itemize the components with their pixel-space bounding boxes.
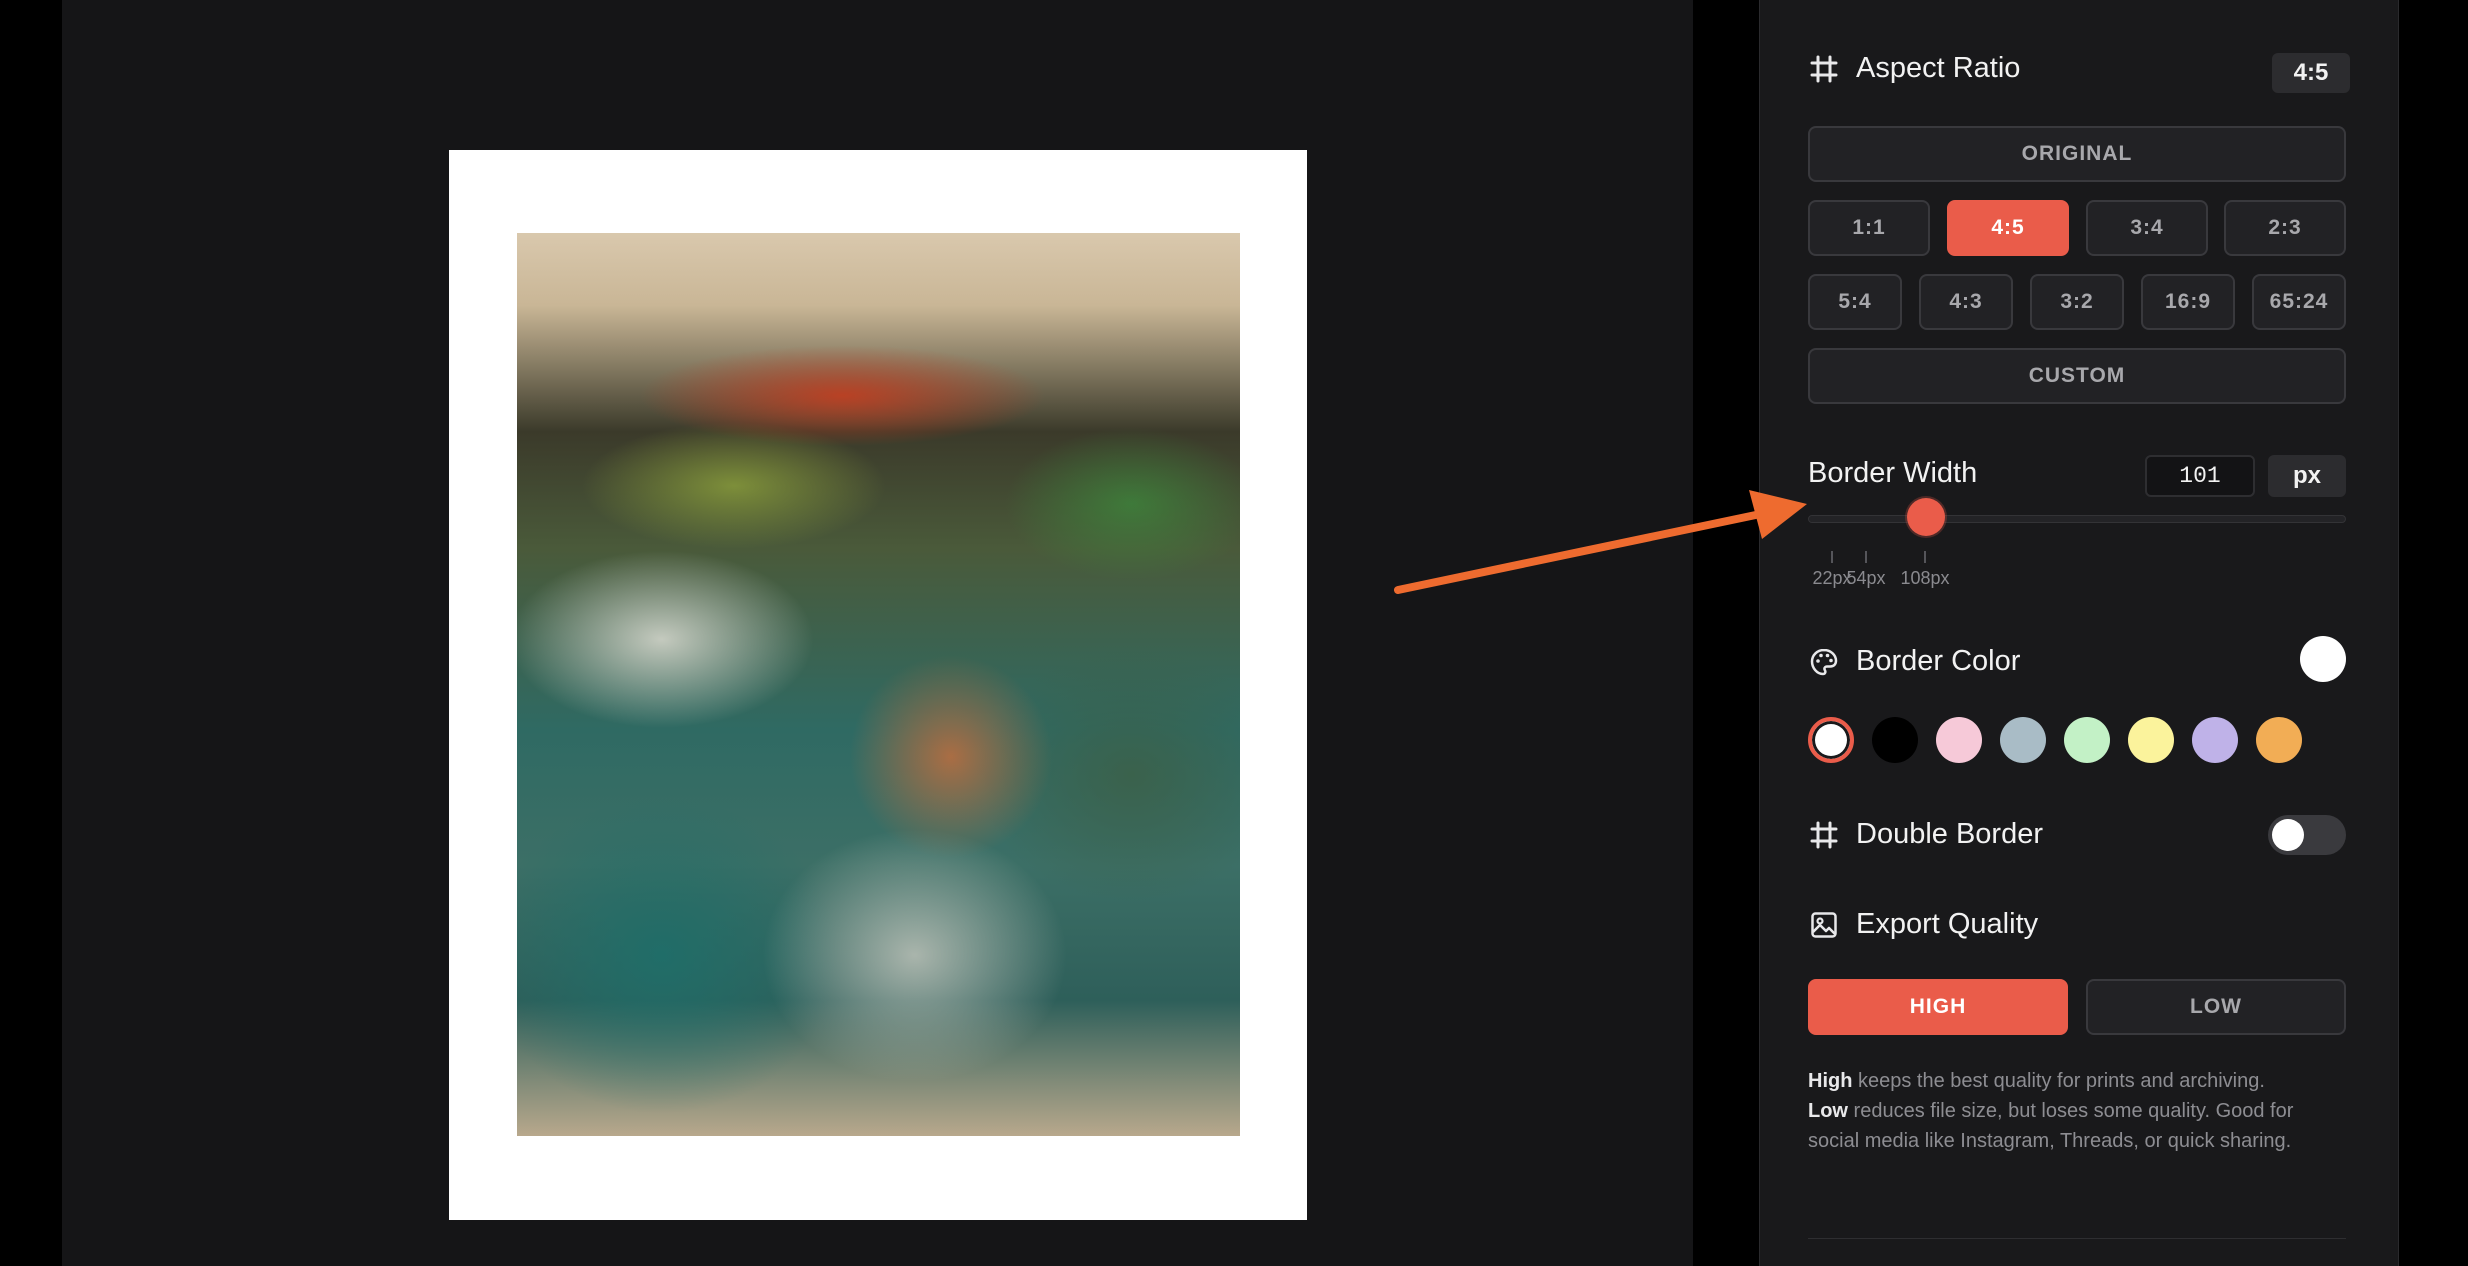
border-width-unit: px — [2268, 455, 2346, 497]
ratio-button-3-2[interactable]: 3:2 — [2030, 274, 2124, 330]
section-divider — [1808, 1238, 2346, 1239]
slider-tick-label[interactable]: 108px — [1900, 568, 1949, 589]
color-swatch-white[interactable] — [1808, 717, 1854, 763]
crop-grid-icon — [1808, 53, 1840, 85]
settings-panel: Aspect Ratio 4:5 ORIGINAL 1:1 4:5 3:4 2:… — [1759, 0, 2399, 1266]
toggle-knob — [2272, 819, 2304, 851]
slider-tick — [1865, 551, 1867, 563]
ratio-original-button[interactable]: ORIGINAL — [1808, 126, 2346, 182]
ratio-button-4-3[interactable]: 4:3 — [1919, 274, 2013, 330]
ratio-button-65-24[interactable]: 65:24 — [2252, 274, 2346, 330]
help-high-text: keeps the best quality for prints and ar… — [1852, 1070, 2265, 1092]
export-quality-header: Export Quality — [1808, 908, 2038, 941]
ratio-custom-button[interactable]: CUSTOM — [1808, 348, 2346, 404]
help-low-term: Low — [1808, 1100, 1848, 1122]
export-quality-help: High keeps the best quality for prints a… — [1808, 1066, 2346, 1156]
ratio-button-1-1[interactable]: 1:1 — [1808, 200, 1930, 256]
export-high-button[interactable]: HIGH — [1808, 979, 2068, 1035]
border-color-preview[interactable] — [2300, 636, 2346, 682]
color-swatch-black[interactable] — [1872, 717, 1918, 763]
border-width-input[interactable]: 101 — [2145, 455, 2255, 497]
help-low-text: reduces file size, but loses some qualit… — [1808, 1100, 2294, 1152]
preview-photo — [517, 233, 1240, 1136]
double-border-toggle[interactable] — [2268, 815, 2346, 855]
border-width-slider-track[interactable] — [1808, 515, 2346, 523]
aspect-ratio-title: Aspect Ratio — [1856, 52, 2021, 84]
image-icon — [1808, 909, 1840, 941]
color-swatch-yellow[interactable] — [2128, 717, 2174, 763]
ratio-button-16-9[interactable]: 16:9 — [2141, 274, 2235, 330]
ratio-button-3-4[interactable]: 3:4 — [2086, 200, 2208, 256]
double-border-title: Double Border — [1856, 818, 2043, 850]
export-low-button[interactable]: LOW — [2086, 979, 2346, 1035]
ratio-button-4-5[interactable]: 4:5 — [1947, 200, 2069, 256]
ratio-button-2-3[interactable]: 2:3 — [2224, 200, 2346, 256]
border-width-title: Border Width — [1808, 457, 1978, 489]
color-swatch-lavender[interactable] — [2192, 717, 2238, 763]
help-high-term: High — [1808, 1070, 1853, 1092]
double-border-header: Double Border — [1808, 818, 2043, 851]
border-width-header: Border Width — [1808, 457, 1977, 490]
aspect-ratio-header: Aspect Ratio — [1808, 52, 2020, 85]
color-swatch-mint[interactable] — [2064, 717, 2110, 763]
slider-tick — [1924, 551, 1926, 563]
border-color-title: Border Color — [1856, 645, 2021, 677]
export-quality-title: Export Quality — [1856, 908, 2039, 940]
slider-tick — [1831, 551, 1833, 563]
color-swatch-orange[interactable] — [2256, 717, 2302, 763]
aspect-ratio-current-badge: 4:5 — [2272, 53, 2350, 93]
color-swatch-pink[interactable] — [1936, 717, 1982, 763]
palette-icon — [1808, 646, 1840, 678]
crop-grid-icon — [1808, 819, 1840, 851]
border-color-header: Border Color — [1808, 645, 2020, 678]
color-swatch-blue-gray[interactable] — [2000, 717, 2046, 763]
ratio-button-5-4[interactable]: 5:4 — [1808, 274, 1902, 330]
slider-tick-label[interactable]: 54px — [1846, 568, 1885, 589]
border-width-slider-thumb[interactable] — [1907, 498, 1946, 536]
